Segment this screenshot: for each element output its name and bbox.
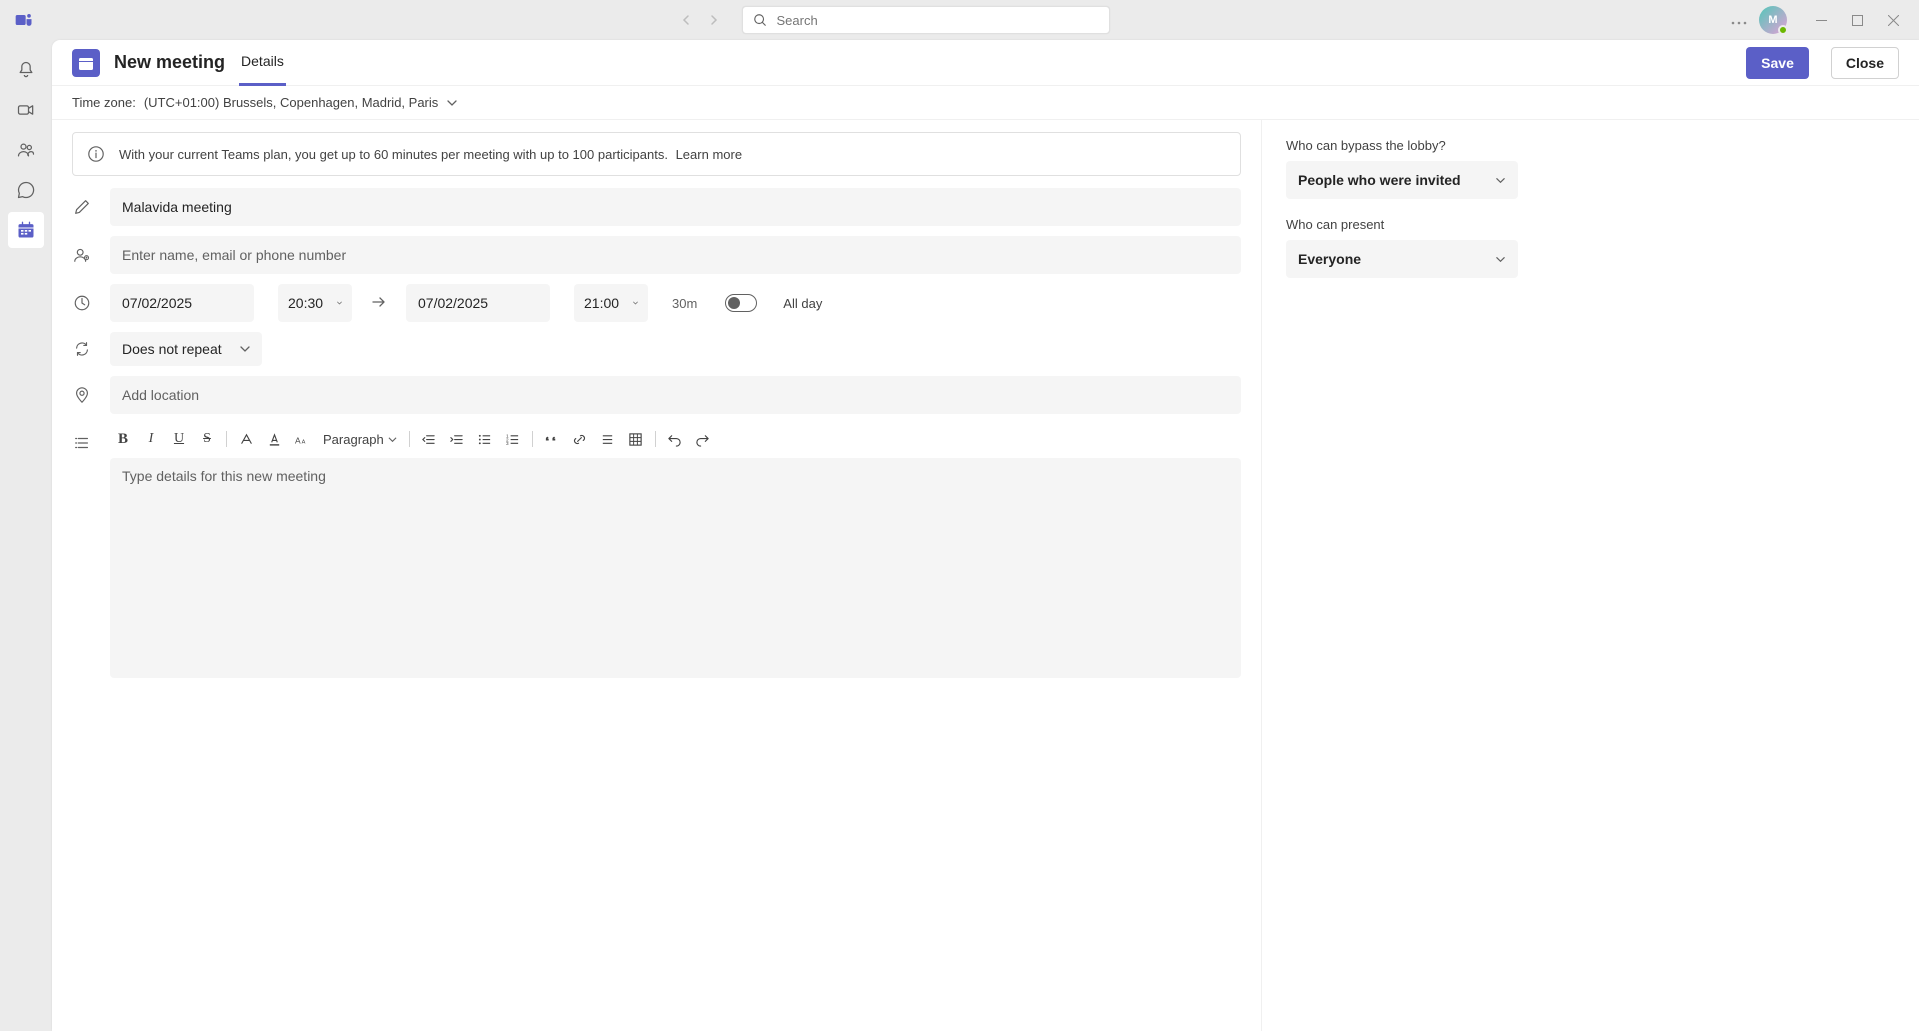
arrow-right-icon [370,295,388,311]
repeat-icon [73,340,91,358]
close-button[interactable]: Close [1831,47,1899,79]
save-button[interactable]: Save [1746,47,1809,79]
learn-more-link[interactable]: Learn more [676,147,742,162]
details-editor[interactable] [110,458,1241,678]
info-icon [87,145,105,163]
avatar[interactable]: M [1759,6,1787,34]
rail-activity[interactable] [8,52,44,88]
timezone-label: Time zone: [72,95,136,110]
start-time-select[interactable]: 20:30 [278,284,352,322]
indent-button[interactable] [444,426,470,452]
nav-back-button[interactable] [674,8,698,32]
timezone-bar[interactable]: Time zone: (UTC+01:00) Brussels, Copenha… [52,86,1919,120]
outdent-button[interactable] [416,426,442,452]
meeting-title-input[interactable] [110,188,1241,226]
location-input[interactable] [110,376,1241,414]
undo-button[interactable] [662,426,688,452]
font-color-button[interactable] [261,426,287,452]
duration-label: 30m [672,296,697,311]
more-options-button[interactable] [1727,8,1751,32]
minimize-button[interactable] [1803,4,1839,36]
who-present-label: Who can present [1286,217,1518,232]
search-input[interactable] [777,13,1099,28]
rail-calendar[interactable] [8,212,44,248]
svg-text:A: A [301,439,305,445]
repeat-select[interactable]: Does not repeat [110,332,262,366]
paragraph-label: Paragraph [323,432,384,447]
end-time-value: 21:00 [584,295,619,311]
clock-icon [73,294,91,312]
meeting-options-panel: Who can bypass the lobby? People who wer… [1262,120,1542,1031]
rail-community[interactable] [8,132,44,168]
start-date-input[interactable] [110,284,254,322]
editor-toolbar: B I U S AA Paragraph [110,424,1241,454]
plan-info-banner: With your current Teams plan, you get up… [72,132,1241,176]
hr-button[interactable] [595,426,621,452]
titlebar: M [0,0,1919,40]
form-column: With your current Teams plan, you get up… [52,120,1262,1031]
chevron-down-icon [337,298,342,308]
bold-button[interactable]: B [110,426,136,452]
page-header: New meeting Details Save Close [52,40,1919,86]
chevron-down-icon [388,435,397,444]
all-day-toggle[interactable] [725,294,757,312]
bypass-lobby-select[interactable]: People who were invited [1286,161,1518,199]
svg-text:3: 3 [506,441,509,446]
format-icon [73,434,91,452]
close-window-button[interactable] [1875,4,1911,36]
end-date-input[interactable] [406,284,550,322]
bypass-lobby-value: People who were invited [1298,172,1461,188]
number-list-button[interactable]: 123 [500,426,526,452]
person-add-icon [73,246,91,264]
paragraph-style-select[interactable]: Paragraph [317,432,403,447]
chevron-down-icon [446,97,458,109]
redo-button[interactable] [690,426,716,452]
attendees-input[interactable] [110,236,1241,274]
teams-logo-icon [14,10,34,30]
bell-icon [16,60,36,80]
community-icon [16,140,36,160]
chevron-down-icon [240,344,250,354]
all-day-label: All day [783,296,822,311]
svg-text:A: A [295,435,301,445]
who-present-select[interactable]: Everyone [1286,240,1518,278]
chevron-down-icon [1495,175,1506,186]
video-icon [16,100,36,120]
search-icon [753,13,767,27]
strike-button[interactable]: S [194,426,220,452]
presence-indicator [1778,25,1788,35]
nav-forward-button[interactable] [702,8,726,32]
rail-chat[interactable] [8,172,44,208]
main-panel: New meeting Details Save Close Time zone… [52,40,1919,1031]
rail-meet[interactable] [8,92,44,128]
underline-button[interactable]: U [166,426,192,452]
calendar-icon [16,220,36,240]
tab-details[interactable]: Details [239,40,286,86]
chat-icon [16,180,36,200]
italic-button[interactable]: I [138,426,164,452]
chevron-down-icon [1495,254,1506,265]
bypass-lobby-label: Who can bypass the lobby? [1286,138,1518,153]
app-rail [0,40,52,1031]
pencil-icon [73,198,91,216]
table-button[interactable] [623,426,649,452]
repeat-value: Does not repeat [122,341,222,357]
meeting-header-icon [72,49,100,77]
banner-text: With your current Teams plan, you get up… [119,147,668,162]
quote-button[interactable] [539,426,565,452]
location-icon [73,386,91,404]
start-time-value: 20:30 [288,295,323,311]
chevron-down-icon [633,298,638,308]
font-size-button[interactable]: AA [289,426,315,452]
maximize-button[interactable] [1839,4,1875,36]
highlight-button[interactable] [233,426,259,452]
bullet-list-button[interactable] [472,426,498,452]
timezone-value: (UTC+01:00) Brussels, Copenhagen, Madrid… [144,95,438,110]
link-button[interactable] [567,426,593,452]
end-time-select[interactable]: 21:00 [574,284,648,322]
page-title: New meeting [114,52,225,73]
search-box[interactable] [742,6,1110,34]
who-present-value: Everyone [1298,251,1361,267]
